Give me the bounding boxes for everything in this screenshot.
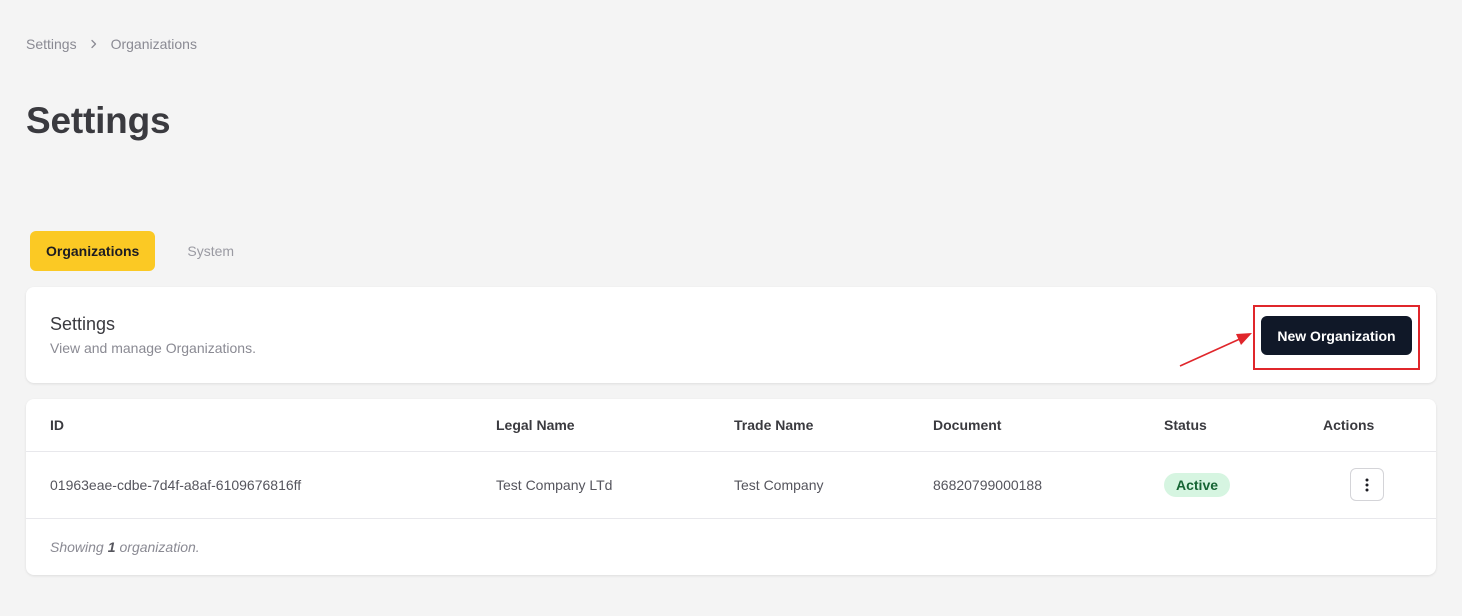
- chevron-right-icon: [89, 39, 99, 49]
- table-header-row: ID Legal Name Trade Name Document Status…: [26, 399, 1436, 452]
- new-organization-button[interactable]: New Organization: [1261, 316, 1412, 355]
- tab-organizations[interactable]: Organizations: [30, 231, 156, 271]
- cell-trade-name: Test Company: [734, 451, 933, 519]
- column-header-status: Status: [1164, 399, 1323, 452]
- column-header-document: Document: [933, 399, 1164, 452]
- breadcrumb: Settings Organizations: [26, 36, 197, 52]
- table-footer-summary: Showing 1 organization.: [26, 519, 1436, 575]
- column-header-trade-name: Trade Name: [734, 399, 933, 452]
- row-actions-button[interactable]: [1350, 468, 1384, 501]
- column-header-id: ID: [26, 399, 496, 452]
- settings-page: Settings Organizations Settings Organiza…: [0, 0, 1462, 616]
- status-badge: Active: [1164, 472, 1231, 497]
- cell-id: 01963eae-cdbe-7d4f-a8af-6109676816ff: [26, 451, 496, 519]
- cell-actions: [1323, 451, 1436, 519]
- breadcrumb-item-settings[interactable]: Settings: [26, 36, 77, 52]
- page-title: Settings: [26, 100, 171, 141]
- footer-count: 1: [107, 538, 116, 555]
- column-header-actions: Actions: [1323, 399, 1436, 452]
- cell-status: Active: [1164, 451, 1323, 519]
- organizations-table-card: ID Legal Name Trade Name Document Status…: [26, 399, 1436, 575]
- tab-system[interactable]: System: [155, 231, 250, 271]
- column-header-legal-name: Legal Name: [496, 399, 734, 452]
- card-description: View and manage Organizations.: [50, 340, 256, 356]
- card-title: Settings: [50, 314, 116, 334]
- organizations-table: ID Legal Name Trade Name Document Status…: [26, 399, 1436, 519]
- cell-document: 86820799000188: [933, 451, 1164, 519]
- breadcrumb-item-organizations: Organizations: [110, 36, 197, 52]
- organizations-header-card: Settings View and manage Organizations. …: [26, 287, 1436, 383]
- cell-legal-name: Test Company LTd: [496, 451, 734, 519]
- tab-list: Organizations System: [30, 231, 250, 271]
- table-row: 01963eae-cdbe-7d4f-a8af-6109676816ff Tes…: [26, 451, 1436, 519]
- vertical-ellipsis-icon: [1365, 478, 1369, 491]
- footer-prefix: Showing: [50, 538, 104, 555]
- footer-suffix: organization.: [119, 538, 200, 555]
